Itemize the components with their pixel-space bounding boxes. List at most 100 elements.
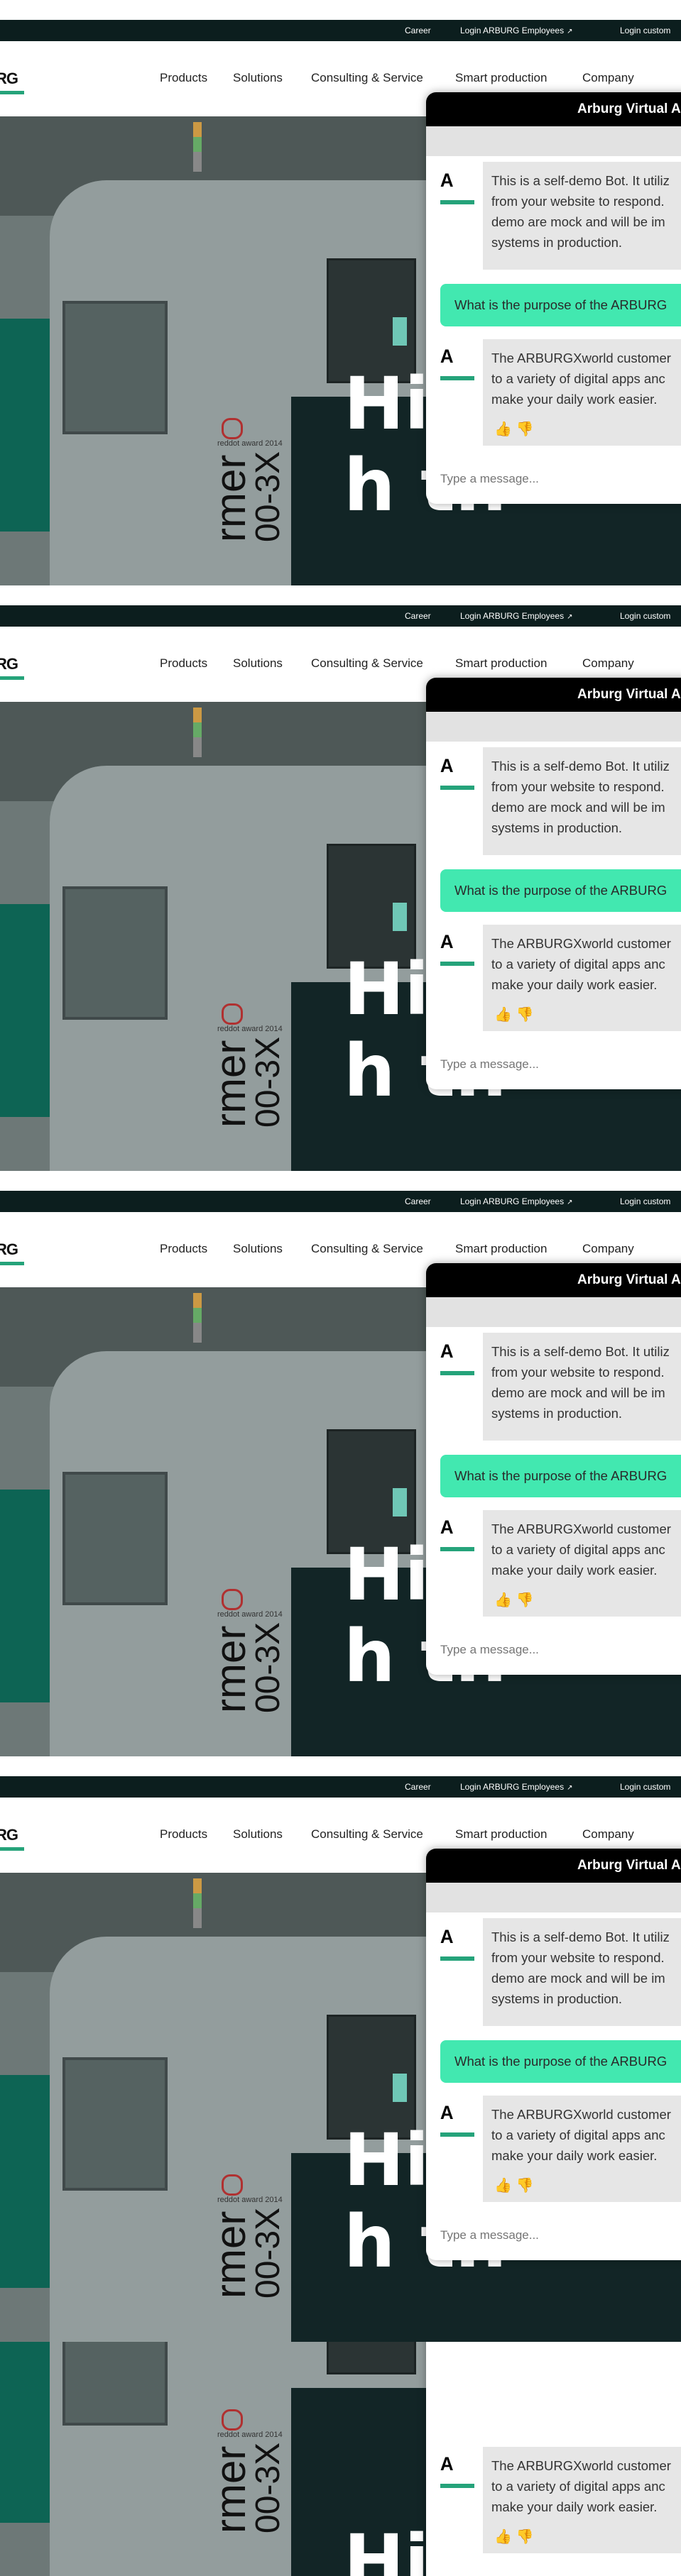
nav-products[interactable]: Products	[160, 1242, 207, 1256]
signal-lamp	[193, 122, 202, 172]
feedback-thumbs-icon[interactable]: 👍 👎	[494, 1005, 533, 1025]
nav-solutions[interactable]: Solutions	[233, 1827, 283, 1842]
user-message: What is the purpose of the ARBURG	[440, 284, 681, 326]
nav-company[interactable]: Company	[582, 71, 634, 85]
nav-products[interactable]: Products	[160, 656, 207, 671]
nav-smart-production[interactable]: Smart production	[455, 1242, 547, 1256]
bot-answer-line: The ARBURGXworld customer	[491, 1521, 671, 1536]
career-link[interactable]: Career	[405, 1196, 431, 1206]
login-customer-link[interactable]: Login custom	[620, 611, 670, 621]
nav-consulting[interactable]: Consulting & Service	[311, 1827, 423, 1842]
bot-intro-message: This is a self-demo Bot. It utiliz from …	[483, 1333, 681, 1441]
nav-products[interactable]: Products	[160, 71, 207, 85]
bot-answer-message: The ARBURGXworld customer to a variety o…	[483, 925, 681, 1031]
bot-intro-line: This is a self-demo Bot. It utiliz	[491, 1344, 670, 1359]
screen-frame-1: Career Login ARBURG Employees ↗ Login cus…	[0, 0, 681, 585]
bot-avatar: ᴬ	[440, 1517, 476, 1556]
bot-intro-line: systems in production.	[491, 1406, 623, 1421]
login-customer-link[interactable]: Login custom	[620, 1782, 670, 1792]
login-customer-link[interactable]: Login custom	[620, 26, 670, 35]
nav-solutions[interactable]: Solutions	[233, 656, 283, 671]
screen-indicator	[393, 1488, 407, 1517]
avatar-bar	[440, 1956, 474, 1961]
arburg-logo[interactable]: RG	[0, 1826, 18, 1844]
nav-consulting[interactable]: Consulting & Service	[311, 1242, 423, 1256]
feedback-thumbs-icon[interactable]: 👍 👎	[494, 419, 533, 440]
career-link[interactable]: Career	[405, 611, 431, 621]
user-message-text: What is the purpose of the ARBURG	[454, 297, 668, 312]
login-employees-link[interactable]: Login ARBURG Employees ↗	[460, 26, 572, 35]
avatar-bar	[440, 962, 474, 966]
teal-panel	[0, 2075, 50, 2288]
career-link[interactable]: Career	[405, 26, 431, 35]
nav-solutions[interactable]: Solutions	[233, 71, 283, 85]
nav-solutions[interactable]: Solutions	[233, 1242, 283, 1256]
arburg-logo[interactable]: RG	[0, 655, 18, 673]
bot-answer-line: make your daily work easier.	[491, 2499, 658, 2514]
login-employees-link[interactable]: Login ARBURG Employees ↗	[460, 1782, 572, 1792]
feedback-thumbs-icon[interactable]: 👍 👎	[494, 2527, 533, 2548]
external-link-icon: ↗	[567, 1784, 573, 1792]
login-employees-link[interactable]: Login ARBURG Employees ↗	[460, 611, 572, 621]
career-link[interactable]: Career	[405, 1782, 431, 1792]
bot-avatar: ᴬ	[440, 756, 476, 795]
bot-answer-line: The ARBURGXworld customer	[491, 936, 671, 951]
machine-label: rmer	[207, 2445, 254, 2533]
nav-products[interactable]: Products	[160, 1827, 207, 1842]
bot-intro-line: This is a self-demo Bot. It utiliz	[491, 1930, 670, 1944]
user-message-text: What is the purpose of the ARBURG	[454, 883, 668, 898]
utility-bar: Career Login ARBURG Employees ↗ Login cus…	[0, 20, 681, 41]
nav-smart-production[interactable]: Smart production	[455, 656, 547, 671]
chat-input[interactable]	[439, 1642, 681, 1658]
bot-intro-line: systems in production.	[491, 820, 623, 835]
nav-consulting[interactable]: Consulting & Service	[311, 656, 423, 671]
machine-window	[62, 1472, 168, 1605]
user-message-text: What is the purpose of the ARBURG	[454, 1468, 668, 1483]
award-label: reddot award 2014	[217, 2196, 283, 2204]
arburg-logo[interactable]: RG	[0, 1240, 18, 1259]
screen-frame-2: Career Login ARBURG Employees ↗ Login cus…	[0, 585, 681, 1171]
nav-company[interactable]: Company	[582, 1242, 634, 1256]
utility-bar: Career Login ARBURG Employees ↗ Login cus…	[0, 1776, 681, 1798]
nav-smart-production[interactable]: Smart production	[455, 1827, 547, 1842]
nav-company[interactable]: Company	[582, 656, 634, 671]
bot-intro-message: This is a self-demo Bot. It utiliz from …	[483, 162, 681, 270]
bot-intro-message: This is a self-demo Bot. It utiliz from …	[483, 1918, 681, 2026]
login-employees-label: Login ARBURG Employees	[460, 611, 565, 621]
chat-input[interactable]	[439, 2228, 681, 2243]
logo-underline	[0, 91, 24, 94]
nav-company[interactable]: Company	[582, 1827, 634, 1842]
login-customer-link[interactable]: Login custom	[620, 1196, 670, 1206]
chat-subheader	[426, 126, 681, 156]
nav-consulting[interactable]: Consulting & Service	[311, 71, 423, 85]
feedback-thumbs-icon[interactable]: 👍 👎	[494, 2176, 533, 2196]
bot-avatar: ᴬ	[440, 2103, 476, 2142]
teal-panel	[0, 319, 50, 532]
user-message: What is the purpose of the ARBURG	[440, 1455, 681, 1497]
avatar-bar	[440, 786, 474, 790]
bot-intro-message: This is a self-demo Bot. It utiliz from …	[483, 747, 681, 855]
machine-model: 00-3X	[249, 1036, 287, 1128]
teal-panel	[0, 2342, 50, 2523]
chat-input[interactable]	[439, 1057, 681, 1072]
bot-answer-line: make your daily work easier.	[491, 1563, 658, 1578]
bot-answer-message: The ARBURGXworld customer to a variety o…	[483, 339, 681, 446]
arburg-mark-icon: ᴬ	[440, 346, 454, 375]
machine-label: rmer	[207, 2211, 254, 2299]
chat-header: Arburg Virtual A	[426, 92, 681, 126]
arburg-logo[interactable]: RG	[0, 70, 18, 88]
reddot-award-icon	[222, 1003, 243, 1025]
chat-input[interactable]	[439, 471, 681, 487]
bot-answer-line: The ARBURGXworld customer	[491, 2107, 671, 2122]
bot-answer-line: make your daily work easier.	[491, 2148, 658, 2163]
bot-avatar: ᴬ	[440, 2454, 476, 2493]
login-employees-link[interactable]: Login ARBURG Employees ↗	[460, 1196, 572, 1206]
chat-widget: Arburg Virtual A ᴬ This is a self-demo B…	[426, 678, 681, 1089]
feedback-thumbs-icon[interactable]: 👍 👎	[494, 1590, 533, 1611]
reddot-award-icon	[222, 2409, 243, 2431]
screen-frame-5: reddot award 2014 rmer 00-3X High qual ᴬ…	[0, 2342, 681, 2576]
bot-intro-line: This is a self-demo Bot. It utiliz	[491, 173, 670, 188]
login-employees-label: Login ARBURG Employees	[460, 1196, 565, 1206]
bot-intro-line: from your website to respond.	[491, 194, 665, 209]
nav-smart-production[interactable]: Smart production	[455, 71, 547, 85]
